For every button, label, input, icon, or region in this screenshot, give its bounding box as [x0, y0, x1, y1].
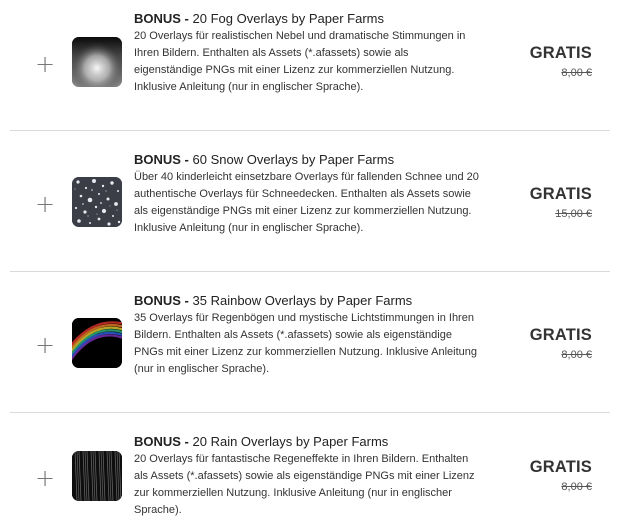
product-text: BONUS - 35 Rainbow Overlays by Paper Far…: [134, 292, 479, 378]
price-current: GRATIS: [529, 185, 592, 203]
plus-icon[interactable]: +: [34, 333, 56, 357]
snow-overlay-thumbnail: [72, 177, 122, 227]
product-row-fog: + BONUS - 20 Fog Overlays by Paper Farms…: [10, 0, 610, 131]
price-current: GRATIS: [529, 44, 592, 62]
price-original: 15,00 €: [555, 208, 592, 220]
snow-thumbnail-art: [72, 177, 122, 227]
product-title: BONUS - 60 Snow Overlays by Paper Farms: [134, 151, 479, 168]
product-description: 20 Overlays für realistischen Nebel und …: [134, 30, 466, 93]
product-title: BONUS - 20 Fog Overlays by Paper Farms: [134, 10, 479, 27]
row-divider: [10, 412, 610, 413]
product-title: BONUS - 20 Rain Overlays by Paper Farms: [134, 433, 479, 450]
plus-icon[interactable]: +: [34, 192, 56, 216]
bonus-label: BONUS -: [134, 293, 189, 308]
product-text: BONUS - 60 Snow Overlays by Paper Farms …: [134, 151, 479, 237]
product-description: 20 Overlays für fantastische Regeneffekt…: [134, 453, 475, 516]
bonus-label: BONUS -: [134, 152, 189, 167]
price-original: 8,00 €: [561, 481, 592, 493]
product-row-rain: + BONUS - 20 Rain Overlays by Paper Farm…: [10, 423, 610, 530]
product-row-rainbow: + BONUS - 35 Rainbow Overlays by Paper F…: [10, 282, 610, 413]
bonus-label: BONUS -: [134, 434, 189, 449]
product-text: BONUS - 20 Fog Overlays by Paper Farms 2…: [134, 10, 479, 96]
price-block: GRATIS 8,00 €: [530, 457, 592, 494]
fog-thumbnail-art: [72, 37, 122, 87]
price-block: GRATIS 8,00 €: [530, 43, 592, 80]
plus-icon[interactable]: +: [34, 52, 56, 76]
plus-icon[interactable]: +: [34, 466, 56, 490]
price-current: GRATIS: [529, 458, 592, 476]
row-divider: [10, 130, 610, 131]
bonus-product-list: + BONUS - 20 Fog Overlays by Paper Farms…: [0, 0, 631, 530]
fog-overlay-thumbnail: [72, 37, 122, 87]
rain-overlay-thumbnail: [72, 451, 122, 501]
price-original: 8,00 €: [561, 349, 592, 361]
rainbow-overlay-thumbnail: [72, 318, 122, 368]
price-block: GRATIS 15,00 €: [530, 184, 592, 221]
product-row-snow: + BONUS - 60 Snow Overlays by Paper Farm…: [10, 141, 610, 272]
price-block: GRATIS 8,00 €: [530, 325, 592, 362]
product-name: 20 Fog Overlays by Paper Farms: [192, 11, 384, 26]
rain-thumbnail-art: [72, 451, 122, 501]
product-name: 60 Snow Overlays by Paper Farms: [192, 152, 395, 167]
product-description: Über 40 kinderleicht einsetzbare Overlay…: [134, 171, 479, 234]
rainbow-thumbnail-art: [72, 318, 122, 368]
row-divider: [10, 271, 610, 272]
product-name: 35 Rainbow Overlays by Paper Farms: [192, 293, 413, 308]
price-current: GRATIS: [529, 326, 592, 344]
price-original: 8,00 €: [561, 67, 592, 79]
product-title: BONUS - 35 Rainbow Overlays by Paper Far…: [134, 292, 479, 309]
product-name: 20 Rain Overlays by Paper Farms: [192, 434, 389, 449]
bonus-label: BONUS -: [134, 11, 189, 26]
product-description: 35 Overlays für Regenbögen und mystische…: [134, 312, 477, 375]
product-text: BONUS - 20 Rain Overlays by Paper Farms …: [134, 433, 479, 519]
